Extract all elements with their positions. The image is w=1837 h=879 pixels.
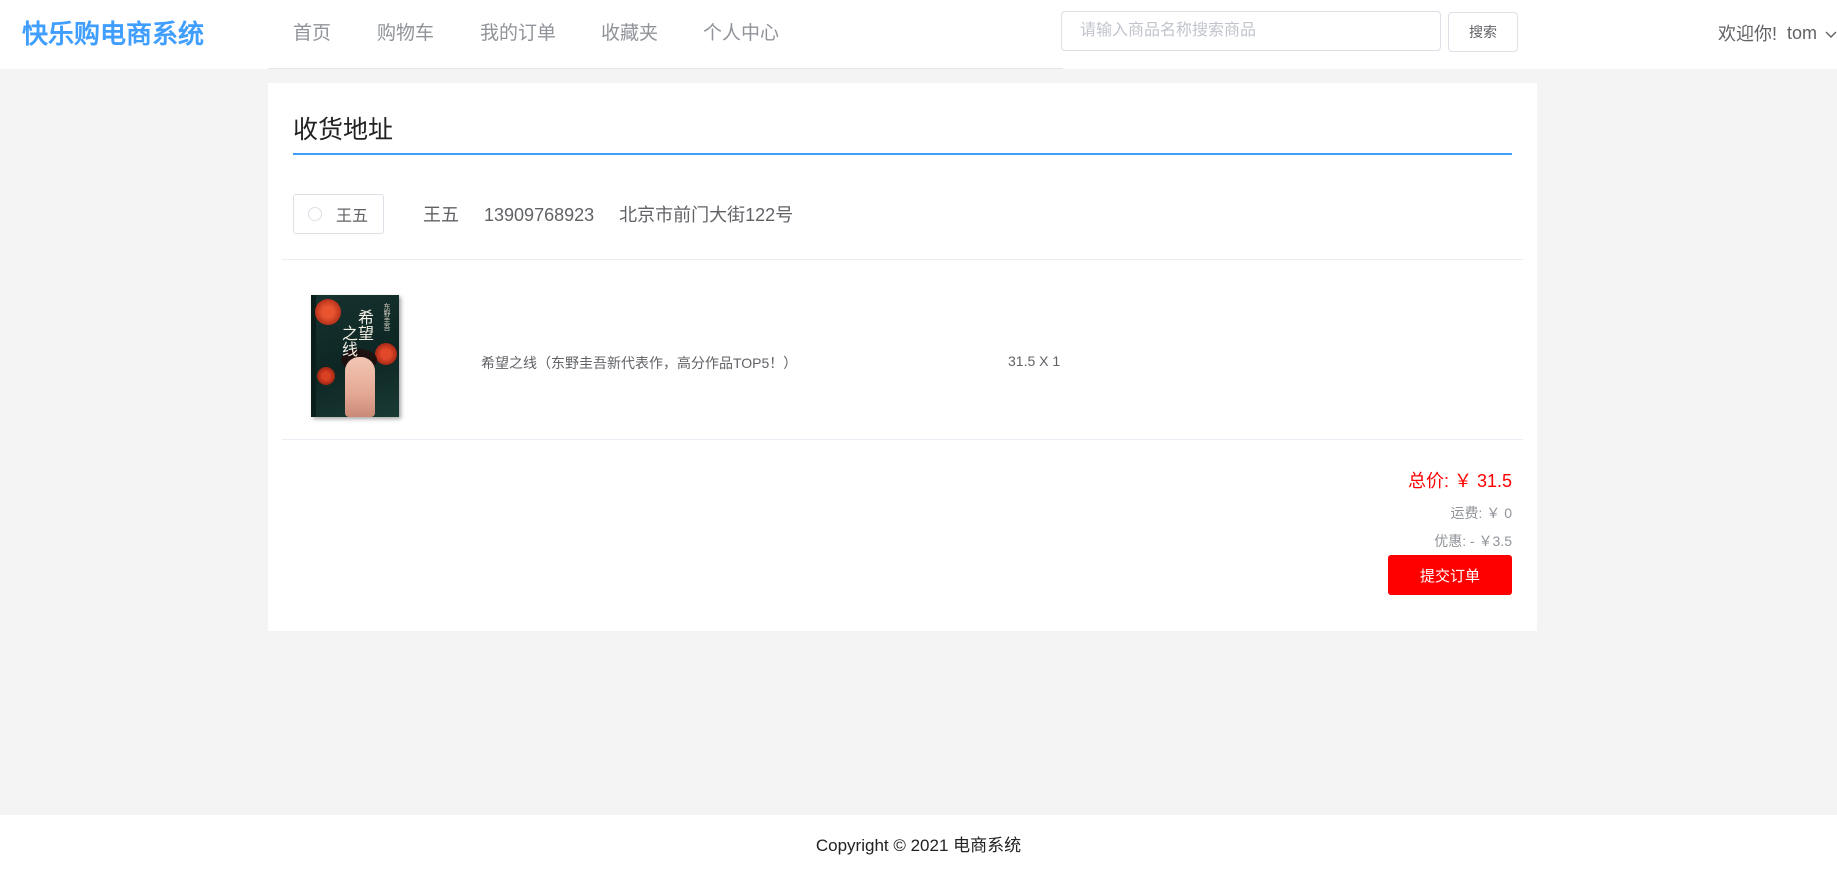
total-price: 总价: ￥ 31.5 (1407, 471, 1512, 491)
flower-decoration (317, 367, 335, 385)
search-button[interactable]: 搜索 (1448, 12, 1518, 52)
address-radio[interactable]: 王五 (293, 194, 384, 234)
product-cover-image: 希望 之线 东野圭吾 (311, 295, 399, 417)
main-nav: 首页 购物车 我的订单 收藏夹 个人中心 (268, 0, 1063, 69)
divider (282, 259, 1523, 260)
nav-item-favorites[interactable]: 收藏夹 (601, 18, 658, 45)
welcome-text: 欢迎你! (1718, 24, 1778, 44)
order-summary: 总价: ￥ 31.5 运费: ￥ 0 优惠: - ￥3.5 (1408, 467, 1512, 551)
nav-item-orders[interactable]: 我的订单 (480, 18, 556, 45)
submit-order-button[interactable]: 提交订单 (1388, 555, 1512, 595)
title-underline (293, 153, 1512, 155)
product-name: 希望之线（东野圭吾新代表作，高分作品TOP5！） (481, 355, 798, 371)
figure-body (345, 357, 375, 417)
discount: 优惠: - ￥3.5 (1434, 533, 1512, 549)
page-footer: Copyright © 2021 电商系统 (0, 815, 1837, 879)
order-confirm-card: 收货地址 王五 王五 13909768923 北京市前门大街122号 希望 之线… (268, 83, 1537, 631)
search-input[interactable] (1061, 11, 1441, 51)
user-menu[interactable]: 欢迎你! tom (1718, 20, 1837, 46)
radio-circle-icon[interactable] (308, 207, 322, 221)
flower-decoration (375, 343, 397, 365)
username: tom (1787, 22, 1818, 43)
chevron-down-icon (1825, 23, 1837, 44)
nav-item-cart[interactable]: 购物车 (377, 18, 434, 45)
recipient-address: 北京市前门大街122号 (619, 205, 794, 225)
site-logo[interactable]: 快乐购电商系统 (22, 14, 204, 51)
address-section-title: 收货地址 (293, 116, 394, 144)
copyright-text: Copyright © 2021 电商系统 (815, 836, 1022, 855)
nav-item-home[interactable]: 首页 (293, 18, 331, 45)
address-info: 王五 13909768923 北京市前门大街122号 (423, 201, 813, 227)
address-radio-label: 王五 (336, 208, 369, 225)
cover-author: 东野圭吾 (383, 303, 390, 331)
top-header: 快乐购电商系统 首页 购物车 我的订单 收藏夹 个人中心 搜索 欢迎你! tom (0, 0, 1837, 69)
flower-decoration (315, 299, 341, 325)
nav-item-profile[interactable]: 个人中心 (703, 18, 779, 45)
cover-title-b: 之线 (339, 325, 358, 357)
recipient-name: 王五 (423, 205, 459, 225)
product-price-qty: 31.5 X 1 (1008, 353, 1061, 369)
divider (282, 439, 1523, 440)
shipping-fee: 运费: ￥ 0 (1450, 505, 1512, 521)
recipient-phone: 13909768923 (484, 205, 595, 225)
